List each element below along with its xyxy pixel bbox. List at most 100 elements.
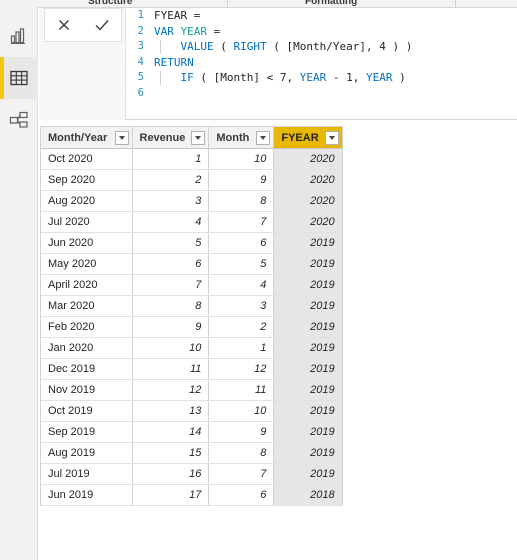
table-cell[interactable]: 1 <box>132 148 210 170</box>
table-row[interactable]: Jan 2020 10 1 2019 <box>41 337 343 359</box>
table-row[interactable]: April 2020 7 4 2019 <box>41 274 343 296</box>
table-row[interactable]: Nov 2019 12 11 2019 <box>41 379 343 401</box>
table-row[interactable]: Feb 2020 9 2 2019 <box>41 316 343 338</box>
table-cell[interactable]: 12 <box>208 358 275 380</box>
commit-button[interactable] <box>88 12 116 38</box>
table-cell[interactable]: 10 <box>208 400 275 422</box>
table-cell[interactable]: 6 <box>208 484 275 506</box>
table-cell[interactable]: Aug 2019 <box>41 442 133 464</box>
table-cell[interactable]: 9 <box>208 421 275 443</box>
table-cell[interactable]: 6 <box>132 253 210 275</box>
column-header-fyear[interactable]: FYEAR <box>273 127 343 149</box>
table-cell[interactable]: 10 <box>208 148 275 170</box>
dax-formula-editor[interactable]: 1 FYEAR = 2 VAR YEAR = 3 VALUE ( RIGHT ( [Mo… <box>125 8 517 120</box>
table-cell[interactable]: 2 <box>132 169 210 191</box>
table-cell[interactable]: 11 <box>208 379 275 401</box>
table-cell[interactable]: 2020 <box>273 169 343 191</box>
table-cell[interactable]: 2019 <box>273 379 343 401</box>
table-row[interactable]: Oct 2019 13 10 2019 <box>41 400 343 422</box>
table-cell[interactable]: Feb 2020 <box>41 316 133 338</box>
table-cell[interactable]: 2019 <box>273 337 343 359</box>
table-cell[interactable]: Oct 2019 <box>41 400 133 422</box>
cancel-button[interactable] <box>50 12 78 38</box>
table-cell[interactable]: 7 <box>208 211 275 233</box>
chevron-down-icon <box>195 135 202 140</box>
table-cell[interactable]: Oct 2020 <box>41 148 133 170</box>
table-row[interactable]: Sep 2019 14 9 2019 <box>41 421 343 443</box>
sidebar-item-report-view[interactable] <box>0 15 38 57</box>
table-cell[interactable]: 1 <box>208 337 275 359</box>
table-cell[interactable]: 5 <box>132 232 210 254</box>
table-cell[interactable]: 2020 <box>273 190 343 212</box>
table-cell[interactable]: 11 <box>132 358 210 380</box>
table-cell[interactable]: Jul 2020 <box>41 211 133 233</box>
table-cell[interactable]: 3 <box>208 295 275 317</box>
table-cell[interactable]: 4 <box>208 274 275 296</box>
table-cell[interactable]: 2019 <box>273 274 343 296</box>
table-row[interactable]: Jun 2019 17 6 2018 <box>41 484 343 506</box>
table-cell[interactable]: Jan 2020 <box>41 337 133 359</box>
table-cell[interactable]: 6 <box>208 232 275 254</box>
column-filter-dropdown[interactable] <box>191 130 206 145</box>
table-cell[interactable]: May 2020 <box>41 253 133 275</box>
table-row[interactable]: Dec 2019 11 12 2019 <box>41 358 343 380</box>
table-cell[interactable]: 7 <box>132 274 210 296</box>
table-cell[interactable]: Mar 2020 <box>41 295 133 317</box>
table-row[interactable]: Jul 2019 16 7 2019 <box>41 463 343 485</box>
column-filter-dropdown[interactable] <box>324 130 339 145</box>
table-cell[interactable]: 2019 <box>273 253 343 275</box>
table-cell[interactable]: Nov 2019 <box>41 379 133 401</box>
table-cell[interactable]: 2019 <box>273 358 343 380</box>
table-cell[interactable]: 2019 <box>273 316 343 338</box>
table-cell[interactable]: Aug 2020 <box>41 190 133 212</box>
table-cell[interactable]: 8 <box>208 190 275 212</box>
table-cell[interactable]: 16 <box>132 463 210 485</box>
table-cell[interactable]: 9 <box>132 316 210 338</box>
table-cell[interactable]: Sep 2019 <box>41 421 133 443</box>
table-cell[interactable]: 2018 <box>273 484 343 506</box>
table-cell[interactable]: 15 <box>132 442 210 464</box>
table-cell[interactable]: 17 <box>132 484 210 506</box>
table-cell[interactable]: 9 <box>208 169 275 191</box>
table-cell[interactable]: Jun 2019 <box>41 484 133 506</box>
table-row[interactable]: May 2020 6 5 2019 <box>41 253 343 275</box>
table-row[interactable]: Aug 2019 15 8 2019 <box>41 442 343 464</box>
table-cell[interactable]: Dec 2019 <box>41 358 133 380</box>
table-cell[interactable]: 8 <box>132 295 210 317</box>
column-filter-dropdown[interactable] <box>114 130 129 145</box>
table-cell[interactable]: 4 <box>132 211 210 233</box>
table-cell[interactable]: 2019 <box>273 442 343 464</box>
table-cell[interactable]: 12 <box>132 379 210 401</box>
table-cell[interactable]: 2020 <box>273 211 343 233</box>
table-cell[interactable]: 2019 <box>273 421 343 443</box>
table-cell[interactable]: 2019 <box>273 232 343 254</box>
table-cell[interactable]: Jun 2020 <box>41 232 133 254</box>
table-cell[interactable]: 14 <box>132 421 210 443</box>
table-cell[interactable]: Jul 2019 <box>41 463 133 485</box>
table-row[interactable]: Sep 2020 2 9 2020 <box>41 169 343 191</box>
table-row[interactable]: Jun 2020 5 6 2019 <box>41 232 343 254</box>
table-row[interactable]: Jul 2020 4 7 2020 <box>41 211 343 233</box>
column-header-revenue[interactable]: Revenue <box>132 127 210 149</box>
sidebar-item-model-view[interactable] <box>0 99 38 141</box>
table-cell[interactable]: 5 <box>208 253 275 275</box>
table-cell[interactable]: 2019 <box>273 400 343 422</box>
table-row[interactable]: Oct 2020 1 10 2020 <box>41 148 343 170</box>
column-header-month-year[interactable]: Month/Year <box>41 127 133 149</box>
table-cell[interactable]: 2019 <box>273 463 343 485</box>
table-cell[interactable]: 3 <box>132 190 210 212</box>
table-row[interactable]: Aug 2020 3 8 2020 <box>41 190 343 212</box>
table-cell[interactable]: 2 <box>208 316 275 338</box>
table-cell[interactable]: 2019 <box>273 295 343 317</box>
column-header-month[interactable]: Month <box>208 127 275 149</box>
table-cell[interactable]: 2020 <box>273 148 343 170</box>
sidebar-item-data-view[interactable] <box>0 57 38 99</box>
table-cell[interactable]: 10 <box>132 337 210 359</box>
table-cell[interactable]: April 2020 <box>41 274 133 296</box>
table-cell[interactable]: 13 <box>132 400 210 422</box>
table-cell[interactable]: Sep 2020 <box>41 169 133 191</box>
column-filter-dropdown[interactable] <box>256 130 271 145</box>
table-row[interactable]: Mar 2020 8 3 2019 <box>41 295 343 317</box>
table-cell[interactable]: 7 <box>208 463 275 485</box>
table-cell[interactable]: 8 <box>208 442 275 464</box>
